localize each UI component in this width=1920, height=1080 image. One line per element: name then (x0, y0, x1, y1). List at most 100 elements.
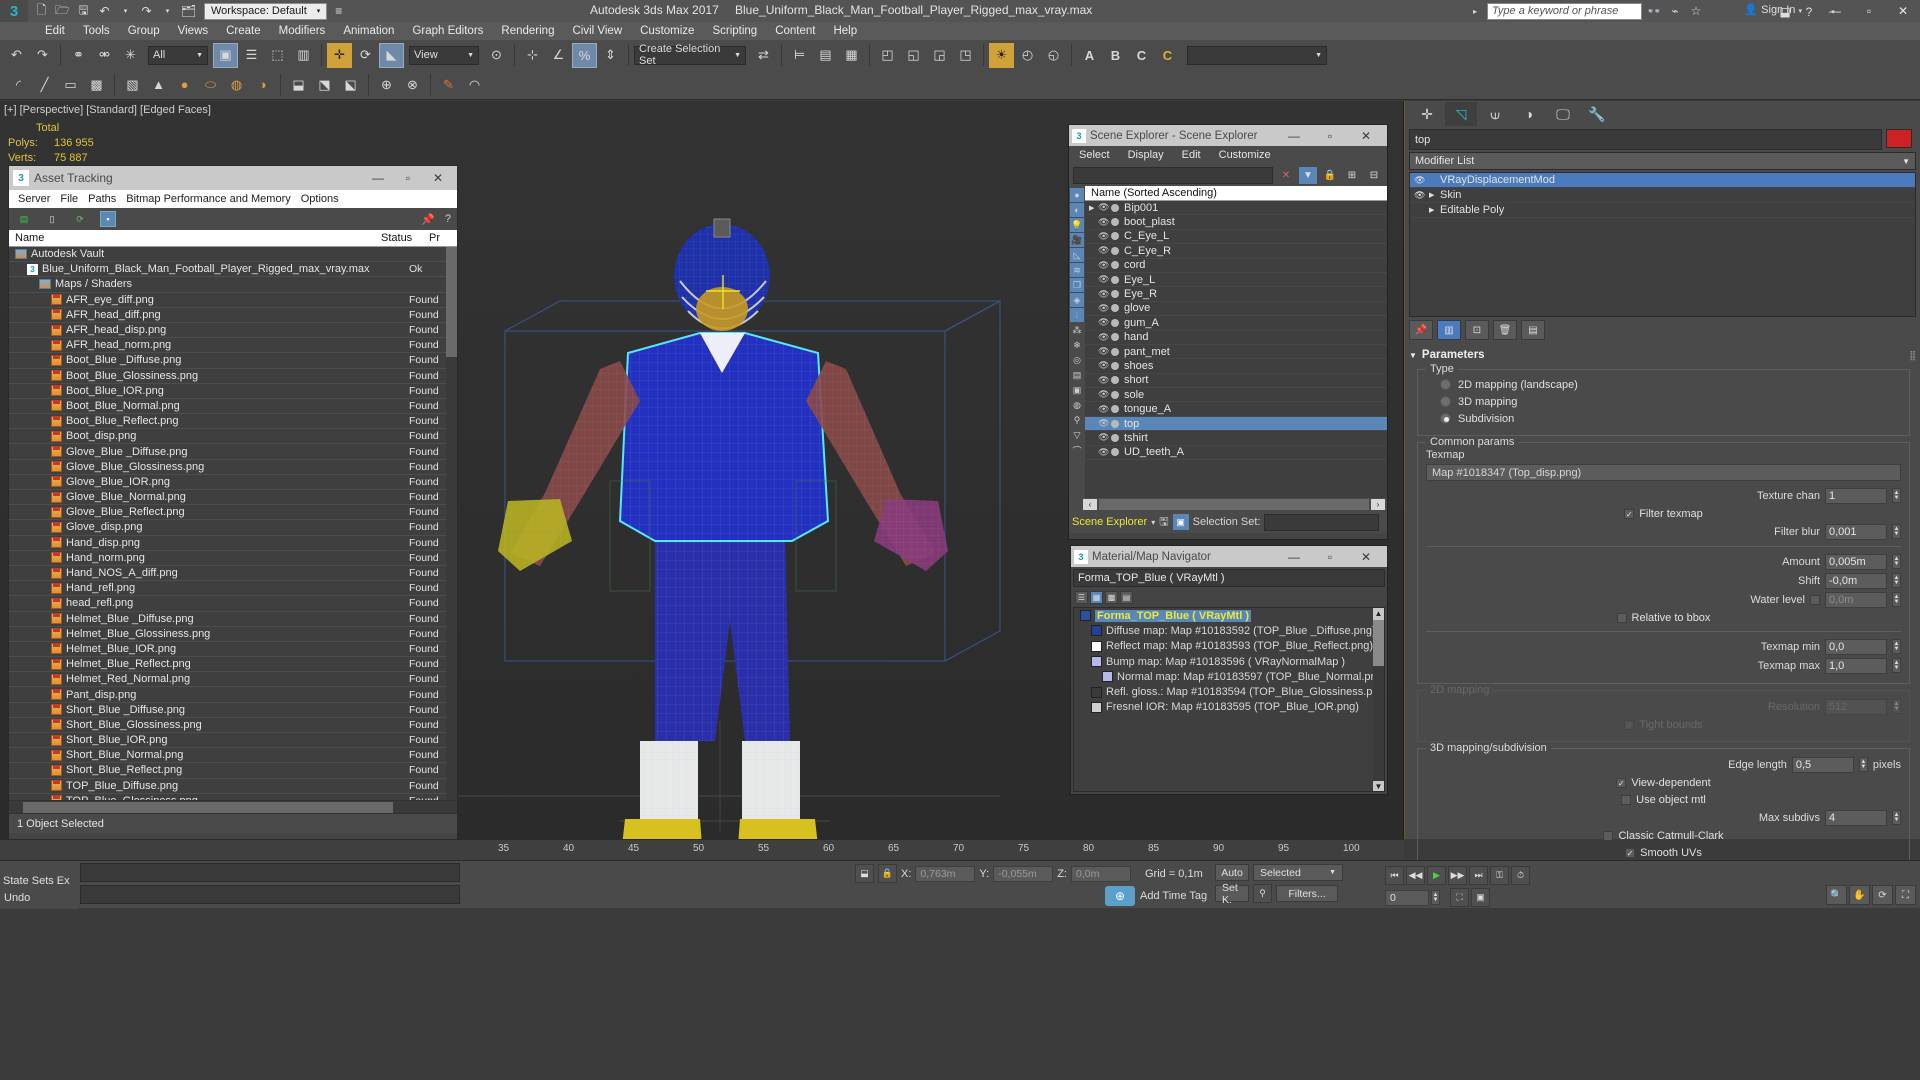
remove-modifier-icon[interactable]: 🗑 (1493, 320, 1517, 340)
eye-icon[interactable]: 👁 (1098, 303, 1111, 314)
expand-all-icon[interactable]: ⊞ (1343, 167, 1361, 184)
material-tree-row[interactable]: Diffuse map: Map #10183592 (TOP_Blue _Di… (1074, 623, 1384, 638)
menu-item-display[interactable]: Display (1128, 149, 1164, 161)
collapse-all-icon[interactable]: ⊟ (1365, 167, 1383, 184)
list-item[interactable]: 👁 UD_teeth_A (1085, 446, 1387, 461)
render-production-icon[interactable]: ☀ (989, 42, 1014, 68)
list-item[interactable]: 👁 tshirt (1085, 431, 1387, 446)
asset-list-horizontal-scrollbar[interactable] (9, 800, 457, 813)
table-row[interactable]: AFR_head_diff.png Found (9, 308, 457, 323)
table-row[interactable]: 3 Blue_Uniform_Black_Man_Football_Player_… (9, 262, 457, 278)
vault-checkin-icon[interactable]: ▤ (17, 212, 31, 226)
menu-item-help[interactable]: Help (824, 22, 866, 40)
modifier-stack-item[interactable]: 👁 ▶ Skin (1410, 188, 1915, 203)
help-icon[interactable]: ? (1800, 3, 1818, 21)
table-row[interactable]: Boot_Blue _Diffuse.png Found (9, 353, 457, 369)
tight-bounds-checkbox[interactable]: ✓ Tight bounds (1426, 716, 1901, 733)
table-row[interactable]: Glove_Blue_Reflect.png Found (9, 505, 457, 521)
modifier-stack-item[interactable]: 👁 VRayDisplacementMod (1410, 173, 1915, 188)
selection-lock-icon[interactable]: ⬓ (855, 864, 874, 883)
eye-icon[interactable]: 👁 (1098, 202, 1111, 213)
table-row[interactable]: Glove_Blue_IOR.png Found (9, 475, 457, 490)
menu-item-scripting[interactable]: Scripting (703, 22, 766, 40)
select-object-icon[interactable]: ▣ (213, 42, 238, 68)
menu-item-customize[interactable]: Customize (631, 22, 703, 40)
redo-tool-icon[interactable]: ↷ (30, 43, 55, 68)
menu-item-customize[interactable]: Customize (1219, 149, 1271, 161)
binoculars-icon[interactable]: 👓 (1645, 2, 1663, 20)
filter-space-warps-icon[interactable]: ≋ (1070, 263, 1084, 277)
filter-helpers-icon[interactable]: ◺ (1070, 248, 1084, 262)
radio-2d-mapping[interactable]: 2D mapping (landscape) (1426, 376, 1901, 393)
list-item[interactable]: 👁 pant_met (1085, 345, 1387, 360)
select-link-icon[interactable]: ⚭ (66, 43, 91, 68)
filter-icon[interactable]: ▼ (1299, 166, 1317, 184)
table-row[interactable]: Short_Blue_Reflect.png Found (9, 763, 457, 779)
list-item[interactable]: 👁 gum_A (1085, 316, 1387, 331)
list-item[interactable]: 👁 tongue_A (1085, 402, 1387, 417)
shift-input[interactable]: -0,0m (1825, 572, 1887, 589)
pivot-center-icon[interactable]: ⊙ (484, 43, 509, 68)
spinner-icon[interactable]: ▲ ▼ (1892, 554, 1901, 569)
table-row[interactable]: AFR_head_norm.png Found (9, 338, 457, 354)
arc-icon[interactable]: ◜ (6, 72, 31, 97)
make-unique-icon[interactable]: ⊡ (1465, 320, 1489, 340)
filter-frozen-icon[interactable]: ❄ (1070, 338, 1084, 352)
filter-cameras-icon[interactable]: 🎥 (1070, 233, 1084, 247)
table-row[interactable]: Boot_disp.png Found (9, 429, 457, 445)
scrollbar-thumb[interactable] (1373, 620, 1384, 666)
list-item[interactable]: 👁 C_Eye_L (1085, 230, 1387, 245)
modifier-stack-item[interactable]: ▶ Editable Poly (1410, 203, 1915, 218)
list-item[interactable]: ▶ 👁 Bip001 (1085, 201, 1387, 216)
modifier-stack[interactable]: 👁 VRayDisplacementMod 👁 ▶ Skin ▶ Editable Poly (1409, 172, 1916, 317)
layer-manager-icon[interactable]: ▤ (813, 43, 838, 68)
zoom-extents-icon[interactable]: ⛶ (1450, 888, 1469, 907)
scene-explorer-search-input[interactable] (1073, 166, 1273, 184)
spinner-icon[interactable]: ▲ ▼ (1892, 810, 1901, 825)
eye-icon[interactable]: 👁 (1098, 346, 1111, 357)
eye-icon[interactable]: 👁 (1098, 217, 1111, 228)
selection-set-input[interactable] (1264, 513, 1380, 531)
table-row[interactable]: head_refl.png Found (9, 596, 457, 612)
menu-item-views[interactable]: Views (169, 22, 217, 40)
object-name-input[interactable]: top (1409, 129, 1882, 150)
create-tab[interactable]: ✛ (1411, 102, 1443, 126)
bind-space-warp-icon[interactable]: ✳ (118, 43, 143, 68)
spinner-icon[interactable]: ▲ ▼ (1431, 890, 1440, 905)
pin-stack-icon[interactable]: 📌 (1409, 320, 1433, 340)
hierarchy-tab[interactable]: ⟒ (1479, 102, 1511, 126)
texmap-button[interactable]: Map #1018347 (Top_disp.png) (1426, 464, 1901, 481)
filter-xrefs-icon[interactable]: ◈ (1070, 293, 1084, 307)
table-row[interactable]: Hand_refl.png Found (9, 581, 457, 597)
configure-modifier-sets-icon[interactable]: ▤ (1521, 320, 1545, 340)
chamfer-icon[interactable]: ⬕ (338, 72, 363, 97)
column-pr[interactable]: Pr (429, 232, 457, 244)
view-large-icons-icon[interactable]: ▩ (1105, 590, 1118, 604)
menu-item-bitmap-performance[interactable]: Bitmap Performance and Memory (121, 193, 295, 205)
next-frame-icon[interactable]: ▶▶ (1448, 866, 1467, 885)
weld-icon[interactable]: ⊕ (374, 72, 399, 97)
filter-groups-icon[interactable]: ❐ (1070, 278, 1084, 292)
scrollbar-thumb[interactable] (23, 802, 393, 813)
table-row[interactable]: AFR_head_disp.png Found (9, 323, 457, 339)
eye-icon[interactable]: 👁 (1098, 432, 1111, 443)
table-row[interactable]: Short_Blue_Glossiness.png Found (9, 718, 457, 733)
view-list-icon[interactable]: ☰ (1075, 590, 1088, 604)
workspace-selector[interactable]: Workspace: Default ▾ (204, 2, 328, 20)
menu-item-file[interactable]: File (55, 193, 83, 205)
list-item[interactable]: 👁 short (1085, 374, 1387, 389)
edge-length-input[interactable]: 0,5 (1791, 756, 1854, 773)
minimize-button[interactable]: — (1276, 129, 1312, 143)
menu-item-options[interactable]: Options (296, 193, 344, 205)
project-folder-icon[interactable]: 🗂 (179, 2, 198, 21)
text-a-icon[interactable]: A (1077, 43, 1102, 68)
table-row[interactable]: Short_Blue_Normal.png Found (9, 748, 457, 764)
menu-item-server[interactable]: Server (13, 193, 55, 205)
grid-icon[interactable]: ▩ (84, 72, 109, 97)
search-input[interactable]: Type a keyword or phrase (1487, 2, 1642, 20)
unlink-icon[interactable]: ⚮ (92, 43, 117, 68)
view-small-icons-icon[interactable]: ▦ (1090, 590, 1103, 604)
bevel-icon[interactable]: ⬔ (312, 72, 337, 97)
table-row[interactable]: Boot_Blue_Reflect.png Found (9, 414, 457, 430)
undo-label[interactable]: Undo (0, 887, 78, 904)
